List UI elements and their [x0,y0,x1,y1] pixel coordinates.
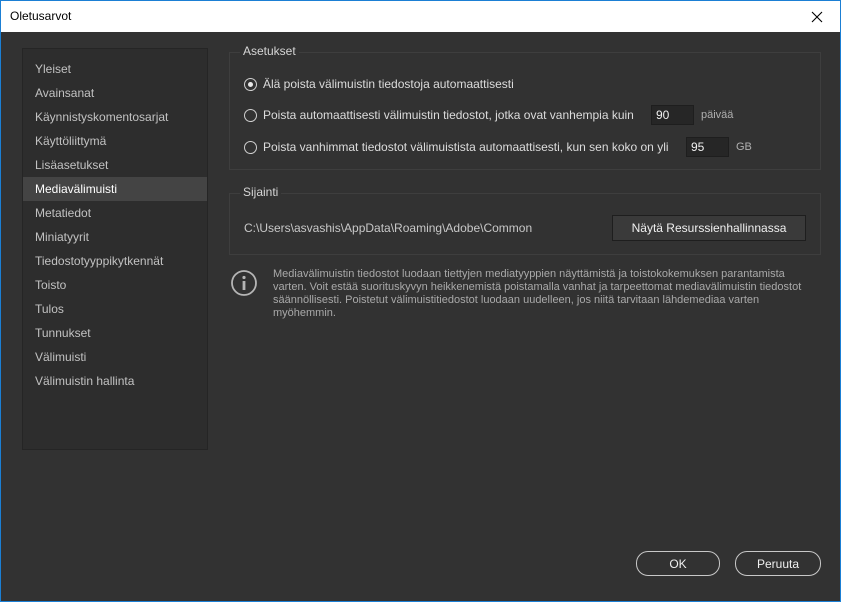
sidebar-item-labels[interactable]: Tunnukset [23,321,207,345]
info-icon [231,270,257,296]
show-in-explorer-button[interactable]: Näytä Resurssienhallinnassa [612,215,806,241]
close-icon [811,11,823,22]
size-unit-label: GB [736,141,752,153]
close-button[interactable] [794,1,840,32]
option-delete-older-than-label: Poista automaattisesti välimuistin tiedo… [263,108,634,122]
sidebar-item-general[interactable]: Yleiset [23,57,207,81]
cache-path-text: C:\Users\asvashis\AppData\Roaming\Adobe\… [244,221,533,235]
size-input[interactable]: 95 [686,137,729,157]
window-title: Oletusarvot [10,9,72,23]
info-description: Mediavälimuistin tiedostot luodaan tiett… [273,268,802,319]
sidebar-item-cache[interactable]: Välimuisti [23,345,207,369]
sidebar-item-media-cache[interactable]: Mediavälimuisti [23,177,207,201]
title-bar: Oletusarvot [1,1,840,32]
sidebar-item-thumbnails[interactable]: Miniatyyrit [23,225,207,249]
ok-button[interactable]: OK [636,551,720,576]
days-unit-label: päivää [701,109,734,121]
category-list: Yleiset Avainsanat Käynnistyskomentosarj… [22,48,208,450]
sidebar-item-metadata[interactable]: Metatiedot [23,201,207,225]
option-do-not-delete-label: Älä poista välimuistin tiedostoja automa… [263,77,514,91]
radio-delete-when-exceeds[interactable] [244,140,257,154]
option-delete-when-exceeds[interactable]: Poista vanhimmat tiedostot välimuistista… [244,140,669,154]
dialog-body: Yleiset Avainsanat Käynnistyskomentosarj… [1,32,840,601]
settings-group-label: Asetukset [240,44,299,58]
radio-do-not-delete[interactable] [244,77,257,91]
sidebar-item-advanced[interactable]: Lisäasetukset [23,153,207,177]
sidebar-item-keywords[interactable]: Avainsanat [23,81,207,105]
sidebar-item-output[interactable]: Tulos [23,297,207,321]
sidebar-item-interface[interactable]: Käyttöliittymä [23,129,207,153]
sidebar-item-startup-scripts[interactable]: Käynnistyskomentosarjat [23,105,207,129]
option-delete-when-exceeds-label: Poista vanhimmat tiedostot välimuistista… [263,140,669,154]
option-do-not-delete[interactable]: Älä poista välimuistin tiedostoja automa… [244,77,514,91]
sidebar-item-cache-management[interactable]: Välimuistin hallinta [23,369,207,393]
option-delete-older-than[interactable]: Poista automaattisesti välimuistin tiedo… [244,108,634,122]
sidebar-item-playback[interactable]: Toisto [23,273,207,297]
preferences-dialog: Oletusarvot Yleiset Avainsanat Käynnisty… [0,0,841,602]
location-group-label: Sijainti [240,185,282,199]
sidebar-item-file-type-associations[interactable]: Tiedostotyyppikytkennät [23,249,207,273]
cancel-button[interactable]: Peruuta [735,551,821,576]
radio-delete-older-than[interactable] [244,108,257,122]
days-input[interactable]: 90 [651,105,694,125]
